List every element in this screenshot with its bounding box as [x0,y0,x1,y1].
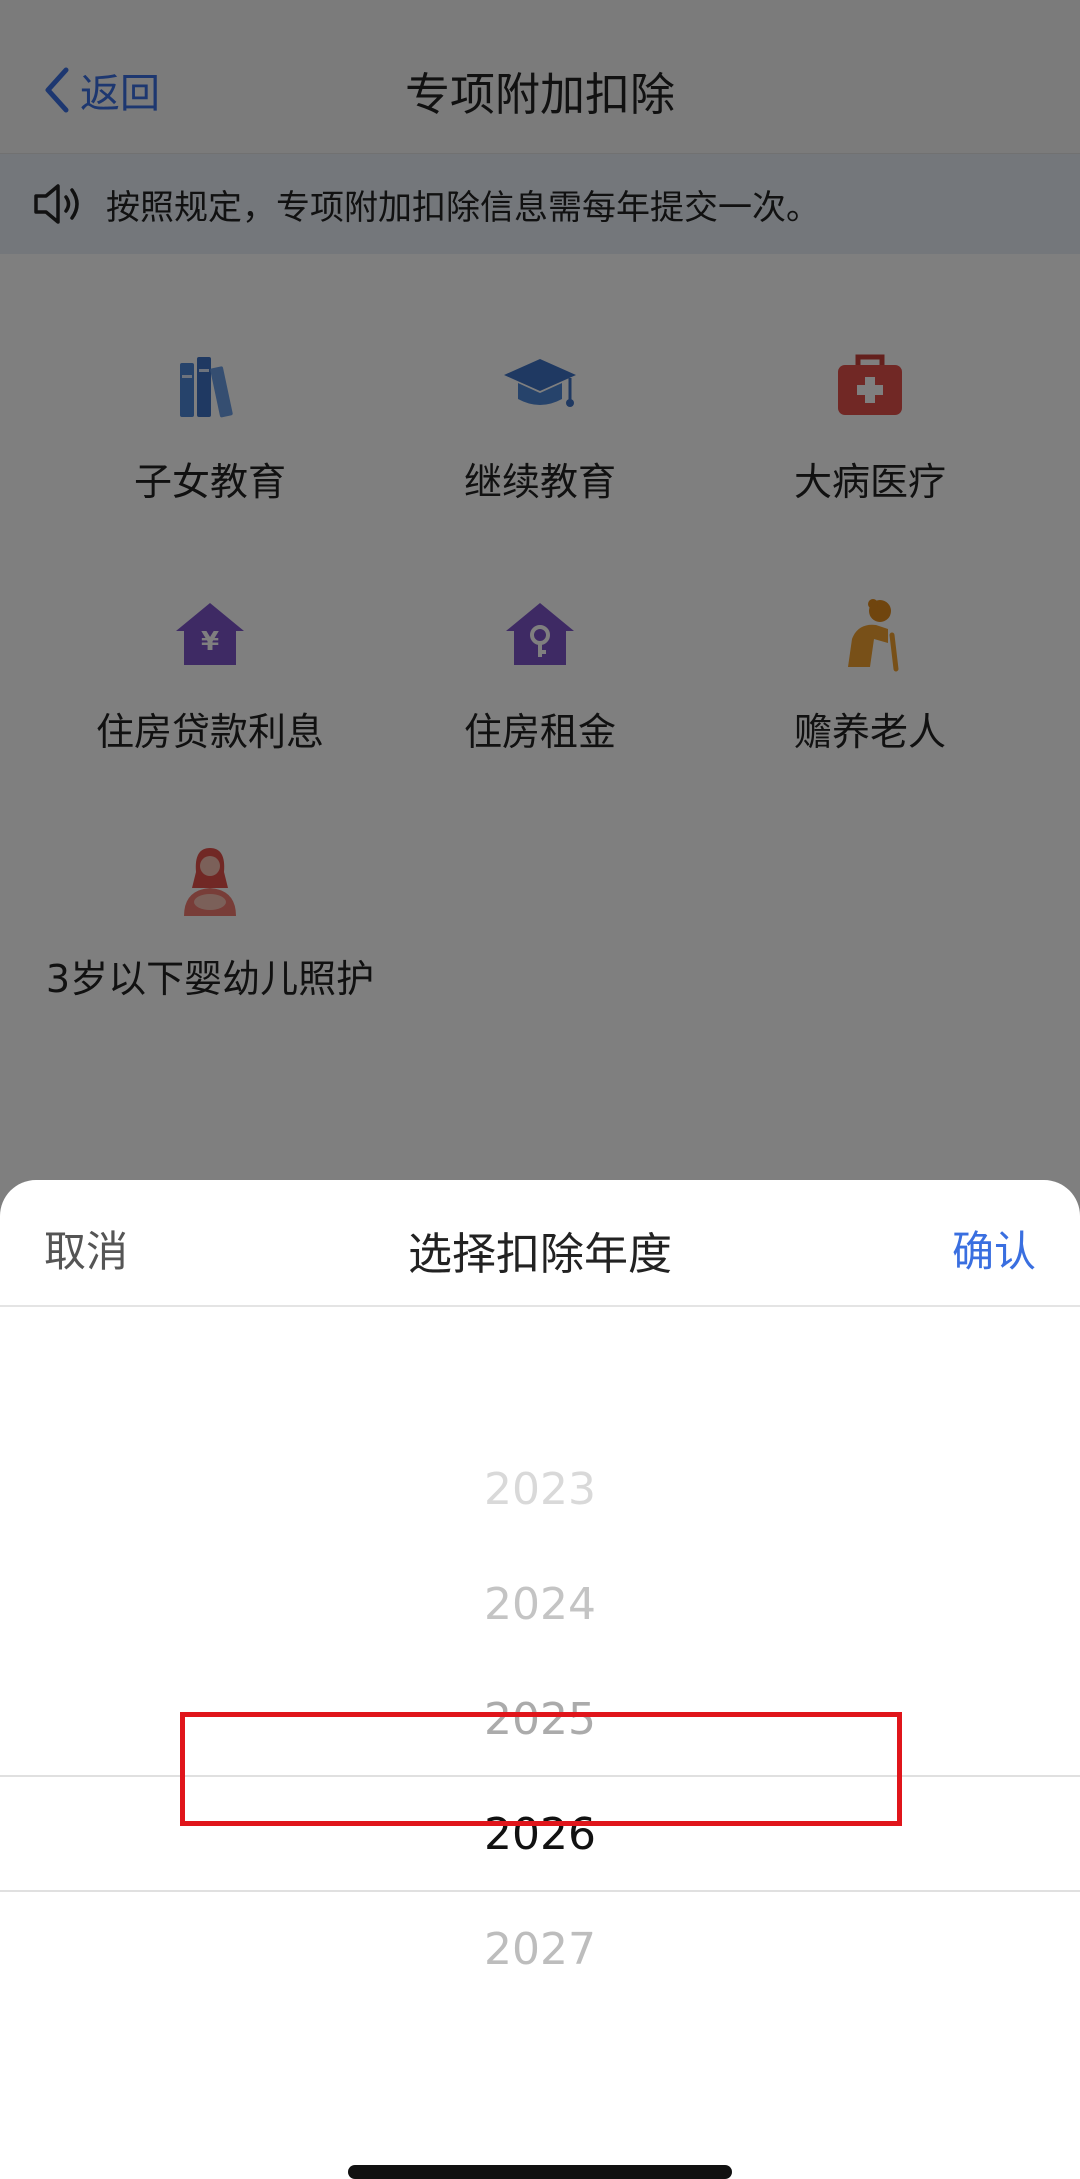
year-picker-sheet: 取消 选择扣除年度 确认 2023 2024 2025 2026 2027 [0,1180,1080,2176]
confirm-button[interactable]: 确认 [952,1218,1036,1279]
picker-option[interactable]: 2024 [0,1547,1080,1662]
selection-highlight-box [180,1712,902,1826]
sheet-header: 取消 选择扣除年度 确认 [0,1180,1080,1307]
picker-option[interactable]: 2027 [0,1892,1080,2007]
home-indicator [348,2165,732,2179]
picker-option[interactable]: 2023 [0,1432,1080,1547]
sheet-title: 选择扣除年度 [408,1229,672,1280]
